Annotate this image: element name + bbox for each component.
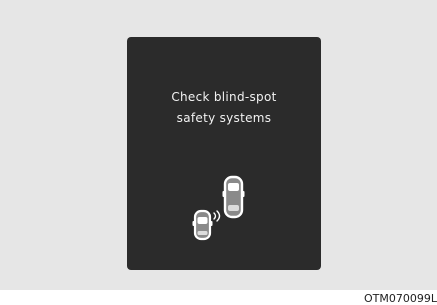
- warning-message-line-1: Check blind-spot: [171, 90, 277, 104]
- sensor-wave-icon: [213, 210, 221, 222]
- own-car-icon: [222, 175, 245, 219]
- figure-code-label: OTM070099L: [364, 292, 437, 305]
- blind-spot-cars-icon: [192, 175, 245, 241]
- warning-message-line-2: safety systems: [176, 111, 272, 125]
- cluster-display-panel: Check blind-spot safety systems: [127, 37, 321, 270]
- warning-message: Check blind-spot safety systems: [127, 87, 321, 129]
- rear-car-icon: [192, 209, 213, 241]
